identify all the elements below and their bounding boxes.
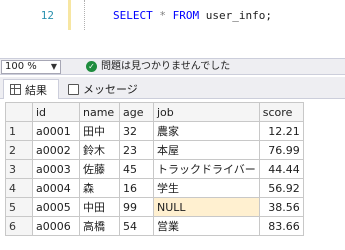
cell-name[interactable]: 高橋 [79, 216, 120, 236]
cell-age[interactable]: 32 [119, 121, 154, 141]
row-number[interactable]: 5 [5, 197, 33, 217]
row-number[interactable]: 4 [5, 178, 33, 198]
cell-job[interactable]: 学生 [153, 178, 260, 198]
table-row[interactable]: 4 a0004 森 16 学生 56.92 [5, 178, 304, 198]
status-indicator: ✓ 問題は見つかりませんでした [86, 60, 230, 73]
zoom-dropdown[interactable]: 100 % ▼ [1, 60, 61, 74]
results-tabs: 結果 メッセージ [0, 77, 345, 99]
cell-score[interactable]: 44.44 [258, 159, 304, 179]
cell-id[interactable]: a0005 [32, 197, 80, 217]
sql-editor[interactable]: 12 SELECT * FROM user_info; [0, 0, 345, 40]
cell-name[interactable]: 中田 [79, 197, 120, 217]
cell-score[interactable]: 83.66 [258, 216, 304, 236]
indent-guide [84, 0, 85, 30]
column-header-score[interactable]: score [258, 102, 304, 122]
grid-icon [10, 84, 21, 95]
table-row[interactable]: 5 a0005 中田 99 NULL 38.56 [5, 197, 304, 217]
code-table-name: user_info; [205, 9, 272, 22]
cell-id[interactable]: a0004 [32, 178, 80, 198]
table-row[interactable]: 1 a0001 田中 32 農家 12.21 [5, 121, 304, 141]
tab-messages-label: メッセージ [83, 83, 138, 96]
table-row[interactable]: 3 a0003 佐藤 45 トラックドライバー 44.44 [5, 159, 304, 179]
corner-cell[interactable] [5, 102, 33, 122]
keyword-select: SELECT [113, 9, 153, 22]
header-row: id name age job score [5, 102, 304, 122]
code-line[interactable]: SELECT * FROM user_info; [113, 9, 272, 22]
cell-age[interactable]: 16 [119, 178, 154, 198]
column-header-age[interactable]: age [119, 102, 154, 122]
cell-name[interactable]: 佐藤 [79, 159, 120, 179]
editor-status-bar: 100 % ▼ ✓ 問題は見つかりませんでした [0, 58, 345, 75]
results-table: id name age job score 1 a0001 田中 32 農家 1… [5, 102, 304, 236]
keyword-from: FROM [172, 9, 200, 22]
change-marker [68, 0, 71, 30]
cell-score[interactable]: 12.21 [258, 121, 304, 141]
cell-score[interactable]: 38.56 [258, 197, 304, 217]
table-row[interactable]: 2 a0002 鈴木 23 本屋 76.99 [5, 140, 304, 160]
cell-id[interactable]: a0003 [32, 159, 80, 179]
status-message: 問題は見つかりませんでした [101, 61, 231, 72]
cell-job[interactable]: 営業 [153, 216, 260, 236]
zoom-value: 100 % [5, 61, 37, 72]
cell-score[interactable]: 76.99 [258, 140, 304, 160]
message-icon [68, 83, 79, 95]
row-number[interactable]: 3 [5, 159, 33, 179]
cell-age[interactable]: 99 [119, 197, 154, 217]
cell-id[interactable]: a0001 [32, 121, 80, 141]
row-number[interactable]: 1 [5, 121, 33, 141]
tab-results-label: 結果 [25, 83, 47, 97]
cell-age[interactable]: 23 [119, 140, 154, 160]
cell-job[interactable]: 農家 [153, 121, 260, 141]
column-header-job[interactable]: job [153, 102, 260, 122]
cell-job[interactable]: 本屋 [153, 140, 260, 160]
table-row[interactable]: 6 a0006 高橋 54 営業 83.66 [5, 216, 304, 236]
cell-name[interactable]: 森 [79, 178, 120, 198]
column-header-name[interactable]: name [79, 102, 120, 122]
cell-name[interactable]: 田中 [79, 121, 120, 141]
row-number[interactable]: 6 [5, 216, 33, 236]
column-header-id[interactable]: id [32, 102, 80, 122]
tab-messages[interactable]: メッセージ [62, 79, 150, 99]
cell-id[interactable]: a0006 [32, 216, 80, 236]
code-star: * [159, 9, 166, 22]
cell-id[interactable]: a0002 [32, 140, 80, 160]
tab-results[interactable]: 結果 [3, 79, 59, 99]
check-circle-icon: ✓ [86, 61, 97, 72]
cell-job-null[interactable]: NULL [153, 197, 260, 217]
cell-age[interactable]: 54 [119, 216, 154, 236]
cell-name[interactable]: 鈴木 [79, 140, 120, 160]
cell-score[interactable]: 56.92 [258, 178, 304, 198]
line-number: 12 [40, 9, 54, 22]
cell-job[interactable]: トラックドライバー [153, 159, 260, 179]
cell-age[interactable]: 45 [119, 159, 154, 179]
results-grid[interactable]: id name age job score 1 a0001 田中 32 農家 1… [0, 100, 345, 250]
row-number[interactable]: 2 [5, 140, 33, 160]
chevron-down-icon[interactable]: ▼ [51, 61, 57, 73]
